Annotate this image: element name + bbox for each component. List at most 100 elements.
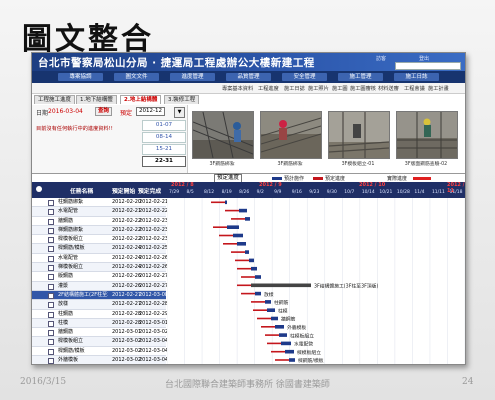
chevron-down-icon[interactable]: ▼ [174, 107, 185, 118]
menu-construction[interactable]: 施工管理 [338, 73, 383, 81]
submenu-meeting[interactable]: 工程會議 [404, 85, 425, 92]
range-option-1[interactable]: 01-07 [142, 120, 186, 131]
logout-link[interactable]: 登出 [419, 55, 429, 62]
day-label: 8/19 [221, 190, 232, 195]
actual-progress-bar [257, 317, 271, 320]
menu-documents[interactable]: 圖文文件 [114, 73, 159, 81]
site-photo[interactable] [192, 111, 254, 159]
task-icon [48, 339, 54, 346]
query-button[interactable]: 查詢 [95, 107, 113, 116]
table-row[interactable]: 樑模板組立 2012-02-22 2012-02-23 [32, 235, 168, 245]
range-option-2[interactable]: 08-14 [142, 132, 186, 143]
task-bar[interactable] [245, 217, 250, 221]
table-row[interactable]: 灌漿 2012-02-26 2012-02-27 [32, 281, 168, 291]
task-bar[interactable] [239, 208, 247, 213]
task-bar[interactable] [285, 349, 294, 354]
photo-caption: 3F鋼筋綁紮 [277, 162, 303, 167]
day-label: 9/23 [309, 190, 320, 195]
table-row[interactable]: 樑模板組立 2012-03-02 2012-03-04 [32, 337, 168, 347]
legend-plan: 預計施作 [284, 176, 305, 182]
table-row[interactable]: 梯模板組立 2012-02-24 2012-02-26 [32, 263, 168, 273]
task-bar[interactable] [279, 333, 287, 337]
photo-caption: 3F模板組立-01 [341, 162, 375, 167]
menu-daily-log[interactable]: 施工日誌 [394, 73, 439, 81]
task-name: 灌漿 [58, 282, 69, 289]
task-bar[interactable] [275, 325, 284, 329]
table-row[interactable]: 2F結構體施工(2F柱至3F頂版) 2012-02-272012-03-08 [32, 290, 169, 301]
submenu-log[interactable]: 施工日誌 [284, 85, 305, 92]
submenu-material[interactable]: 材料送審 [378, 85, 399, 92]
table-row[interactable]: 水電配管 2012-02-21 2012-02-22 [32, 207, 168, 217]
table-row[interactable]: 版鋼筋 2012-02-26 2012-02-27 [32, 272, 168, 282]
task-bar[interactable] [289, 358, 295, 362]
task-bar[interactable] [245, 250, 249, 254]
menu-safety[interactable]: 安全管理 [282, 73, 327, 81]
task-bar[interactable] [271, 316, 278, 321]
table-row[interactable]: 樑鋼筋/模板 2012-03-02 2012-03-04 [32, 347, 168, 357]
task-end: 2012-03-08 [139, 291, 169, 298]
task-icon [48, 358, 54, 364]
task-bar[interactable] [265, 300, 271, 304]
task-bar[interactable] [251, 266, 257, 271]
period-label: 預定 [120, 110, 133, 117]
task-bar[interactable] [227, 225, 239, 229]
actual-progress-bar [241, 276, 255, 278]
submenu-drawing-review[interactable]: 施工圖審核 [350, 85, 376, 92]
task-icon [48, 209, 54, 216]
task-bar[interactable] [255, 291, 261, 296]
task-start: 2012-02-20 [112, 199, 142, 205]
menu-project[interactable]: 專案協調 [58, 73, 103, 81]
table-row[interactable]: 牆鋼筋 2012-03-01 2012-03-02 [32, 328, 168, 338]
table-row[interactable]: 梯鋼筋綁紮 2012-02-22 2012-02-23 [32, 225, 168, 236]
task-icon [48, 320, 54, 327]
submenu-drawings[interactable]: 施工圖 [332, 85, 348, 92]
site-photo[interactable] [396, 111, 458, 159]
tab-overall[interactable]: 工程施工進度 [34, 95, 76, 104]
date-value[interactable]: 2016-03-04 [48, 108, 83, 115]
login-field[interactable] [395, 62, 461, 70]
table-row[interactable]: 柱鋼筋綁紮 2012-02-20 2012-02-21 [32, 198, 168, 208]
task-bar[interactable] [267, 308, 275, 312]
period-select[interactable]: 2012-12 [136, 107, 165, 116]
task-bar[interactable] [233, 233, 243, 238]
task-bar[interactable] [237, 242, 246, 246]
submenu-basic[interactable]: 專案基本資料 [222, 85, 253, 92]
expand-icon[interactable] [36, 186, 42, 192]
bar-label: 柱模 [278, 307, 288, 314]
task-start: 2012-02-24 [112, 245, 142, 252]
table-row[interactable]: 放樣 2012-02-27 2012-02-28 [32, 300, 168, 310]
gantt-header: 任務名稱 預定開始 預定完成 2012 / 8 2012 / 9 2012 / 10… [32, 182, 465, 198]
tab-finishing[interactable]: 3.裝修工程 [164, 95, 200, 104]
table-row[interactable]: 樑鋼筋/模板 2012-02-24 2012-02-25 [32, 244, 168, 254]
tab-superstructure[interactable]: 2.地上結構體 [120, 95, 162, 104]
table-row[interactable]: 外牆模板 2012-03-02 2012-03-04 [32, 356, 168, 364]
photo-caption: 3F版面鋼筋查驗-02 [404, 162, 448, 167]
header-utilities: 訪客 登出 [375, 55, 461, 70]
actual-progress-bar [225, 209, 239, 212]
tab-basement[interactable]: 1.地下結構體 [76, 95, 117, 104]
table-row[interactable]: 柱鋼筋 2012-02-28 2012-02-29 [32, 310, 168, 319]
task-icon [48, 200, 54, 206]
legend-swatch-done [413, 177, 431, 180]
task-bar[interactable] [249, 258, 254, 263]
submenu-photos[interactable]: 施工照片 [308, 85, 329, 92]
table-row[interactable]: 水電配管 2012-02-24 2012-02-26 [32, 254, 168, 264]
task-bar[interactable] [251, 283, 311, 288]
task-bar[interactable] [281, 341, 291, 346]
day-label: 9/30 [326, 190, 337, 195]
range-option-3[interactable]: 15-21 [142, 144, 186, 155]
menu-quality[interactable]: 品質管理 [226, 73, 271, 81]
table-row[interactable]: 柱模 2012-02-28 2012-03-01 [32, 318, 168, 329]
task-name: 牆鋼筋 [58, 217, 74, 224]
guest-link[interactable]: 訪客 [376, 55, 386, 62]
task-bar[interactable] [225, 200, 227, 205]
submenu-progress[interactable]: 工程進度 [258, 85, 279, 92]
site-photo[interactable] [260, 111, 322, 159]
range-option-4[interactable]: 22-31 [142, 156, 186, 167]
task-start: 2012-02-28 [112, 319, 142, 326]
table-row[interactable]: 牆鋼筋 2012-02-22 2012-02-23 [32, 217, 168, 226]
task-bar[interactable] [255, 275, 261, 279]
menu-schedule[interactable]: 進度管理 [170, 73, 215, 81]
site-photo[interactable] [328, 111, 390, 159]
submenu-plan[interactable]: 施工計畫 [428, 85, 449, 92]
